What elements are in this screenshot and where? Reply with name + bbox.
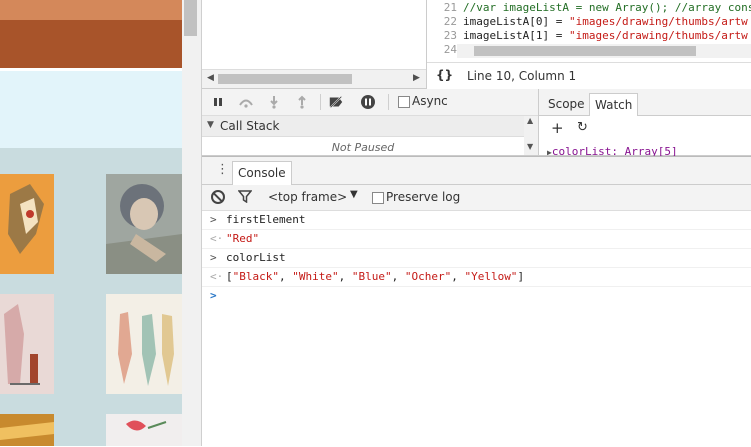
navigator-hscroll-thumb[interactable]: [218, 74, 352, 84]
scroll-up-icon[interactable]: ▲: [527, 116, 533, 125]
array-item: "White": [292, 270, 339, 283]
call-stack-label: Call Stack: [220, 119, 280, 133]
artwork-thumbnail[interactable]: [106, 294, 182, 394]
toolbar-separator: [388, 94, 389, 110]
more-menu-icon[interactable]: ⋮: [216, 162, 229, 177]
code-string: "images/drawing/thumbs/artw: [568, 15, 748, 28]
array-item: "Yellow": [464, 270, 518, 283]
console-prompt-row[interactable]: >: [202, 287, 751, 305]
artwork-thumbnail[interactable]: [106, 174, 182, 274]
toolbar-separator: [320, 94, 321, 110]
tab-scope[interactable]: Scope: [543, 93, 590, 115]
page-scrollbar-thumb[interactable]: [184, 0, 197, 36]
page-banner: [0, 20, 182, 68]
step-over-icon[interactable]: [238, 94, 254, 110]
refresh-icon[interactable]: ↻: [577, 120, 588, 135]
file-navigator[interactable]: ◀ ▶: [202, 0, 427, 88]
console-input-text: firstElement: [226, 213, 306, 226]
async-label: Async: [412, 94, 448, 108]
array-item: "Blue": [351, 270, 392, 283]
scroll-right-icon[interactable]: ▶: [413, 73, 420, 83]
sources-pane: ◀ ▶ 21 //var imageListA = new Array(); //…: [202, 0, 751, 89]
sidebar-tabs: Scope Watch: [539, 89, 751, 116]
devtools-panel: ◀ ▶ 21 //var imageListA = new Array(); //…: [202, 0, 751, 447]
code-line: 21 //var imageListA = new Array(); //arra…: [427, 1, 751, 15]
console-drawer: ⋮ Console <top frame> ▼ Preserve log > f…: [202, 156, 751, 447]
console-input-row: > firstElement: [202, 211, 751, 230]
async-checkbox[interactable]: [398, 96, 410, 108]
prompt-chevron-icon: >: [210, 289, 217, 302]
code-text: imageListA[1] =: [463, 29, 569, 42]
editor-hscrollbar[interactable]: [457, 44, 751, 58]
drawer-tabbar: ⋮ Console: [202, 157, 751, 185]
step-into-icon[interactable]: [266, 94, 282, 110]
array-item: "Ocher": [404, 270, 452, 283]
console-input-row: > colorList: [202, 249, 751, 268]
console-input-text: colorList: [226, 251, 286, 264]
line-number: 23: [443, 29, 457, 42]
artwork-thumbnail[interactable]: [106, 414, 182, 446]
pretty-print-button[interactable]: {}: [436, 68, 453, 82]
page-scrollbar[interactable]: [182, 0, 202, 446]
console-output-row: <· ["Black", "White", "Blue", "Ocher", "…: [202, 268, 751, 287]
code-text: //var imageListA = new Array(); //array …: [463, 1, 751, 14]
editor-status-bar: {} Line 10, Column 1: [427, 62, 751, 89]
input-chevron-icon: >: [210, 251, 217, 264]
console-output-array[interactable]: ["Black", "White", "Blue", "Ocher", "Yel…: [226, 268, 524, 286]
not-paused-message: Not Paused: [331, 141, 395, 154]
clear-console-icon[interactable]: [211, 190, 225, 204]
deactivate-breakpoints-icon[interactable]: [328, 94, 344, 110]
artwork-thumbnail[interactable]: [0, 174, 54, 274]
cursor-position: Line 10, Column 1: [467, 69, 577, 83]
tab-watch[interactable]: Watch: [589, 93, 639, 116]
add-watch-icon[interactable]: +: [551, 119, 564, 137]
artwork-thumbnail[interactable]: [0, 294, 54, 394]
line-number: 22: [443, 15, 457, 28]
webpage-viewport: [0, 0, 182, 446]
page-banner-top: [0, 0, 182, 20]
debugger-sidebar: Scope Watch + ↻ ▶colorList: Array[5]: [538, 89, 751, 158]
debugger-area: Async ▼ Call Stack Not Paused ▲ ▼ Scope …: [202, 89, 751, 158]
debugger-toolbar: Async: [202, 89, 538, 116]
chevron-down-icon[interactable]: ▼: [350, 189, 358, 200]
preserve-log-checkbox[interactable]: [372, 192, 384, 204]
navigator-hscrollbar[interactable]: ◀ ▶: [202, 69, 426, 88]
console-messages[interactable]: > firstElement <· "Red" > colorList <· […: [202, 211, 751, 305]
pause-icon[interactable]: [210, 94, 226, 110]
pause-on-exceptions-icon[interactable]: [360, 94, 376, 110]
call-stack-header[interactable]: ▼ Call Stack: [202, 116, 524, 137]
artwork-thumbnail[interactable]: [0, 414, 54, 446]
output-chevron-icon: <·: [210, 270, 224, 283]
code-text: imageListA[0] =: [463, 15, 569, 28]
editor-hscroll-thumb[interactable]: [474, 46, 696, 56]
input-chevron-icon: >: [210, 213, 217, 226]
console-toolbar: <top frame> ▼ Preserve log: [202, 185, 751, 211]
call-stack-scrollbar[interactable]: ▲ ▼: [524, 116, 538, 155]
console-output-row: <· "Red": [202, 230, 751, 249]
step-out-icon[interactable]: [294, 94, 310, 110]
output-chevron-icon: <·: [210, 232, 224, 245]
console-output-string: "Red": [226, 232, 260, 245]
scroll-down-icon[interactable]: ▼: [527, 142, 533, 151]
code-line: 23 imageListA[1] = "images/drawing/thumbs…: [427, 29, 748, 43]
page-header-band: [0, 71, 182, 148]
filter-icon[interactable]: [237, 190, 253, 207]
scroll-left-icon[interactable]: ◀: [207, 73, 214, 83]
tab-console[interactable]: Console: [232, 161, 292, 185]
line-number: 21: [443, 1, 457, 14]
preserve-log-label: Preserve log: [386, 190, 461, 204]
code-editor[interactable]: 21 //var imageListA = new Array(); //arra…: [427, 0, 751, 89]
execution-context-select[interactable]: <top frame>: [268, 190, 347, 204]
code-line: 22 imageListA[0] = "images/drawing/thumbs…: [427, 15, 748, 29]
array-item: "Black": [232, 270, 279, 283]
expand-triangle-icon: ▼: [207, 120, 214, 130]
code-string: "images/drawing/thumbs/artw: [568, 29, 748, 42]
